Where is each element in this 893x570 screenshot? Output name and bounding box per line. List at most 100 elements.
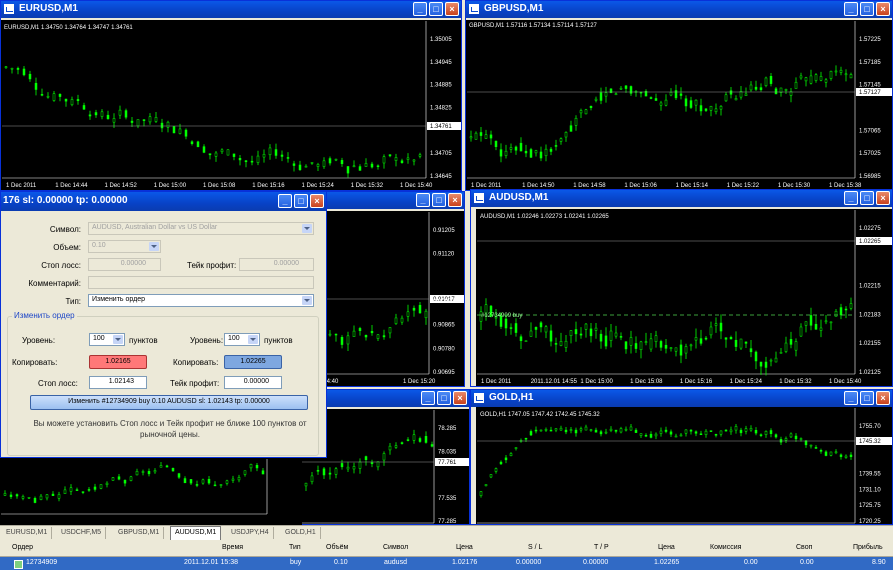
audusd-chart-window[interactable]: AUDUSD,M1 _ □ × 1.02275 1.02265 1.02215 1.0…: [470, 189, 893, 387]
type-select[interactable]: Изменить ордер: [88, 294, 314, 307]
col-symbol[interactable]: Символ: [383, 544, 408, 551]
gbpusd-plot[interactable]: 1.57225 1.57185 1.57145 1.57127 1.57065 1.570…: [466, 20, 892, 190]
minimize-icon[interactable]: _: [278, 194, 292, 208]
candle-body: [619, 87, 623, 90]
candle-body: [57, 494, 61, 499]
candle-body: [494, 468, 498, 472]
tab-usdjpy[interactable]: USDJPY,H4: [227, 527, 274, 539]
volume-value: 0.10: [92, 242, 106, 249]
level-select-right[interactable]: 100: [224, 333, 260, 346]
candle-body: [524, 437, 528, 440]
candle-body: [569, 330, 573, 337]
col-sl[interactable]: S / L: [528, 544, 542, 551]
maximize-icon[interactable]: □: [860, 2, 874, 16]
minimize-icon[interactable]: _: [844, 191, 858, 205]
col-time[interactable]: Время: [222, 544, 243, 551]
price-label: 78.285: [438, 426, 457, 432]
tab-eurusd[interactable]: EURUSD,M1: [2, 527, 53, 539]
copy-tp-button[interactable]: 1.02265: [224, 355, 282, 369]
maximize-icon[interactable]: □: [294, 194, 308, 208]
gold-chart-window[interactable]: GOLD,H1 _ □ × 1755.701747.001745.321739.…: [470, 389, 893, 525]
maximize-icon[interactable]: □: [860, 391, 874, 405]
symbol-select[interactable]: AUDUSD, Australian Dollar vs US Dollar: [88, 222, 314, 235]
gbpusd-chart-window[interactable]: GBPUSD,M1 _ □ × 1.57225 1.57185 1.57145 1.5…: [465, 0, 893, 191]
close-icon[interactable]: ×: [445, 2, 459, 16]
chevron-down-icon[interactable]: [302, 296, 312, 305]
tp-field[interactable]: 0.00000: [239, 258, 314, 271]
col-volume[interactable]: Объём: [326, 544, 348, 551]
close-icon[interactable]: ×: [453, 391, 467, 405]
chevron-down-icon[interactable]: [248, 335, 258, 344]
close-icon[interactable]: ×: [310, 194, 324, 208]
audusd-titlebar[interactable]: AUDUSD,M1 _ □ ×: [471, 190, 892, 207]
candle-body: [779, 352, 783, 354]
tp-field[interactable]: 0.00000: [224, 376, 282, 389]
copy-sl-button[interactable]: 1.02165: [89, 355, 147, 369]
sl-field[interactable]: 1.02143: [89, 376, 147, 389]
tp-label: Тейк профит:: [170, 379, 220, 388]
col-commission[interactable]: Комиссия: [710, 544, 741, 551]
candle-body: [644, 434, 648, 437]
eurusd-chart-window[interactable]: EURUSD,M1 _ □ × 1.35005 1.34945 1.34885 1.3…: [0, 0, 462, 191]
close-icon[interactable]: ×: [876, 191, 890, 205]
candle-body: [15, 494, 19, 497]
candle-body: [249, 464, 253, 469]
tab-audusd[interactable]: AUDUSD,M1: [170, 526, 222, 540]
dialog-titlebar[interactable]: 176 sl: 0.00000 tp: 0.00000 _ □ ×: [1, 192, 326, 211]
comment-field[interactable]: [88, 276, 314, 289]
usdjpy-left-plot[interactable]: [0, 458, 302, 527]
level-select-left[interactable]: 100: [89, 333, 125, 346]
candle-body: [21, 496, 25, 499]
chevron-down-icon[interactable]: [149, 242, 159, 251]
minimize-icon[interactable]: _: [844, 391, 858, 405]
tab-usdchf[interactable]: USDCHF,M5: [57, 527, 107, 539]
candle-body: [352, 330, 356, 337]
maximize-icon[interactable]: □: [432, 193, 446, 207]
col-price[interactable]: Цена: [456, 544, 473, 551]
chevron-down-icon[interactable]: [113, 335, 123, 344]
price-label: 1.57225: [859, 37, 881, 43]
col-order[interactable]: Ордер: [12, 544, 33, 551]
candle-body: [124, 110, 128, 118]
candle-body: [774, 434, 778, 438]
volume-select[interactable]: 0.10: [88, 240, 161, 253]
close-icon[interactable]: ×: [448, 193, 462, 207]
chevron-down-icon[interactable]: [302, 224, 312, 233]
candle-body: [734, 426, 738, 431]
minimize-icon[interactable]: _: [421, 391, 435, 405]
minimize-icon[interactable]: _: [416, 193, 430, 207]
sl-field[interactable]: 0.00000: [88, 258, 161, 271]
order-modify-dialog[interactable]: 176 sl: 0.00000 tp: 0.00000 _ □ × Символ…: [0, 191, 327, 458]
candle-body: [559, 427, 563, 431]
candle-body: [484, 484, 488, 487]
eurusd-plot[interactable]: 1.35005 1.34945 1.34885 1.34825 1.34761 1.347…: [1, 20, 461, 190]
col-swap[interactable]: Своп: [796, 544, 812, 551]
gold-plot[interactable]: 1755.701747.001745.321739.551731.101725.…: [476, 407, 892, 524]
price-label: 0.91120: [433, 252, 455, 258]
maximize-icon[interactable]: □: [437, 391, 451, 405]
candle-body: [619, 428, 623, 433]
candle-body: [849, 303, 853, 309]
col-type[interactable]: Тип: [289, 544, 301, 551]
close-icon[interactable]: ×: [876, 2, 890, 16]
col-tp[interactable]: T / P: [594, 544, 609, 551]
gbpusd-titlebar[interactable]: GBPUSD,M1 _ □ ×: [466, 1, 892, 18]
col-profit[interactable]: Прибыль: [853, 544, 883, 551]
maximize-icon[interactable]: □: [860, 191, 874, 205]
maximize-icon[interactable]: □: [429, 2, 443, 16]
tab-gold[interactable]: GOLD,H1: [281, 527, 321, 539]
audusd-plot[interactable]: 1.02275 1.02265 1.02215 1.02183 1.02155 1.021…: [476, 209, 892, 386]
candle-body: [679, 434, 683, 437]
minimize-icon[interactable]: _: [844, 2, 858, 16]
close-icon[interactable]: ×: [876, 391, 890, 405]
col-current-price[interactable]: Цена: [658, 544, 675, 551]
minimize-icon[interactable]: _: [413, 2, 427, 16]
modify-order-button[interactable]: Изменить #12734909 buy 0.10 AUDUSD sl: 1…: [30, 395, 308, 410]
gold-titlebar[interactable]: GOLD,H1 _ □ ×: [471, 390, 892, 407]
comment-label: Комментарий:: [28, 279, 81, 288]
tab-gbpusd[interactable]: GBPUSD,M1: [114, 527, 165, 539]
chart-info: GOLD,H1 1747.05 1747.42 1742.45 1745.32: [480, 412, 600, 418]
eurusd-titlebar[interactable]: EURUSD,M1 _ □ ×: [1, 1, 461, 18]
price-label: 1.34761: [430, 124, 452, 130]
table-row[interactable]: 12734909 2011.12.01 15:38 buy 0.10 audus…: [0, 557, 893, 570]
